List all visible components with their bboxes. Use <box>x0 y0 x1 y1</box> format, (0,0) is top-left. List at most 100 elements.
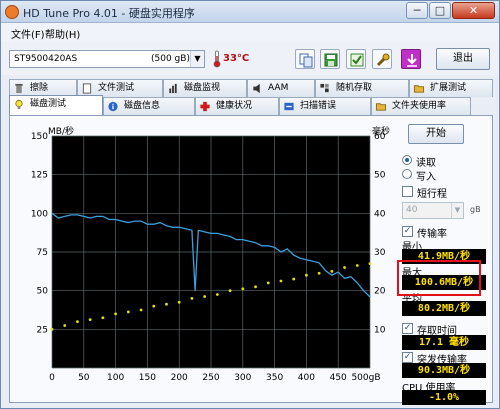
write-radio[interactable] <box>402 169 412 179</box>
y-tick-left: 150 <box>31 132 48 142</box>
window-title: HD Tune Pro 4.01 - 硬盘实用程序 <box>23 7 195 20</box>
drive-name: ST9500420AS <box>14 54 78 64</box>
access-time-point <box>190 297 194 300</box>
tab-label: 随机存取 <box>336 83 373 93</box>
benchmark-chart: MB/秒 毫秒2550751001251501020304050600 50 100 1… <box>31 125 390 383</box>
trash-icon <box>15 83 23 94</box>
x-tick: 200 <box>171 373 188 383</box>
access-time-point <box>368 262 372 265</box>
tab-1[interactable]: 磁盘测试 <box>9 95 103 115</box>
y-tick-right: 60 <box>374 132 386 142</box>
tab-6[interactable]: 扩展测试 <box>409 79 493 97</box>
drive-select[interactable]: ST9500420AS (500 gB) ▼ <box>9 50 205 68</box>
blocks-icon <box>320 83 329 93</box>
access-time-point <box>177 300 181 304</box>
tab-label: 扩展测试 <box>430 83 467 93</box>
y-tick-right: 50 <box>374 171 386 181</box>
access-time-point <box>165 302 168 306</box>
bulb-icon <box>15 99 23 110</box>
block-size-unit: gB <box>470 205 481 214</box>
tab-label: 文件测试 <box>98 83 135 93</box>
y-tick-right: 40 <box>374 209 386 219</box>
access-time-point <box>215 293 219 296</box>
x-tick: 50 <box>78 373 90 383</box>
access-time-point <box>139 308 143 312</box>
tab-row-2: 磁盘测试 磁盘信息 健康状况 扫描错误 文件夹使用率 <box>9 95 493 115</box>
access-time-point <box>114 312 117 316</box>
save-icon <box>324 53 338 67</box>
download-button[interactable] <box>401 49 421 69</box>
menu-file[interactable]: 文件(F) <box>11 26 45 41</box>
x-tick: 250 <box>202 373 219 383</box>
y-tick-left: 25 <box>37 325 48 335</box>
start-button[interactable]: 开始 <box>408 124 464 144</box>
tab-4[interactable]: AAM <box>247 79 315 97</box>
access-time-point <box>203 295 207 298</box>
y-tick-right: 30 <box>374 248 386 258</box>
y-tick-right: 10 <box>374 325 386 335</box>
access-time-point <box>126 310 130 314</box>
x-tick: 300 <box>234 373 251 383</box>
options-button[interactable] <box>346 49 366 69</box>
tab-5[interactable]: 文件夹使用率 <box>371 97 471 115</box>
app-logo-icon <box>5 5 19 19</box>
x-tick: 0 <box>49 373 55 383</box>
y-tick-left: 75 <box>37 248 48 258</box>
tab-2[interactable]: 磁盘信息 <box>103 97 195 115</box>
cpu-usage-value: -1.0% <box>402 390 486 405</box>
folder-icon <box>413 85 425 93</box>
menu-help[interactable]: 帮助(H) <box>45 26 80 41</box>
tab-label: 磁盘监视 <box>184 83 221 93</box>
tab-label: AAM <box>268 83 289 93</box>
access-time-point <box>330 269 334 273</box>
tab-3[interactable]: 健康状况 <box>195 97 279 115</box>
radio-selected-dot <box>405 158 409 162</box>
tools-button[interactable] <box>372 49 392 69</box>
x-tick: 150 <box>139 373 156 383</box>
access-time-checkbox[interactable]: ✓ <box>402 323 413 334</box>
access-time-value: 17.1 毫秒 <box>402 335 486 350</box>
burst-rate-value: 90.3MB/秒 <box>402 363 486 378</box>
tab-label: 擦除 <box>30 83 49 93</box>
access-time-point <box>228 289 232 293</box>
save-button[interactable] <box>320 49 340 69</box>
maximize-button[interactable]: □ <box>429 2 451 19</box>
copy-button[interactable] <box>295 49 315 69</box>
access-time-point <box>343 266 346 269</box>
access-time-point <box>63 324 67 327</box>
access-time-point <box>266 281 270 285</box>
minimize-button[interactable]: ─ <box>406 2 428 19</box>
access-time-point <box>50 327 54 331</box>
info-icon <box>108 101 118 112</box>
block-size-select: 40 ▼ <box>402 202 464 219</box>
temperature-readout: 33°C <box>223 53 250 64</box>
tab-label: 扫描错误 <box>300 101 337 111</box>
title-bar: HD Tune Pro 4.01 - 硬盘实用程序 ─ □ ✕ <box>1 1 499 23</box>
access-time-point <box>292 277 296 281</box>
x-tick: 350 <box>266 373 283 383</box>
exit-button[interactable]: 退出 <box>436 48 490 70</box>
chevron-down-icon[interactable]: ▼ <box>190 51 204 67</box>
tab-label: 健康状况 <box>216 101 253 111</box>
read-radio[interactable] <box>402 155 412 165</box>
access-time-point <box>241 287 245 291</box>
y-tick-left: 125 <box>31 171 48 181</box>
chart-icon <box>169 83 177 94</box>
tab-5[interactable]: 随机存取 <box>315 79 409 97</box>
tab-4[interactable]: 扫描错误 <box>279 97 371 115</box>
max-highlight-box <box>397 260 481 296</box>
copy-icon <box>299 53 313 68</box>
burst-rate-checkbox[interactable]: ✓ <box>402 352 413 363</box>
transfer-rate-checkbox[interactable]: ✓ <box>402 226 413 237</box>
access-time-point <box>317 271 321 275</box>
x-tick: 500gB <box>351 373 380 383</box>
close-button[interactable]: ✕ <box>452 2 495 19</box>
access-time-point <box>101 316 105 320</box>
write-label: 写入 <box>416 172 436 183</box>
tab-3[interactable]: 磁盘监视 <box>163 79 247 97</box>
tab-label: 磁盘测试 <box>30 99 67 109</box>
drive-size: (500 gB) <box>151 54 190 64</box>
access-time-point <box>355 264 359 267</box>
short-stroke-checkbox[interactable] <box>402 186 413 197</box>
access-time-point <box>76 320 79 323</box>
